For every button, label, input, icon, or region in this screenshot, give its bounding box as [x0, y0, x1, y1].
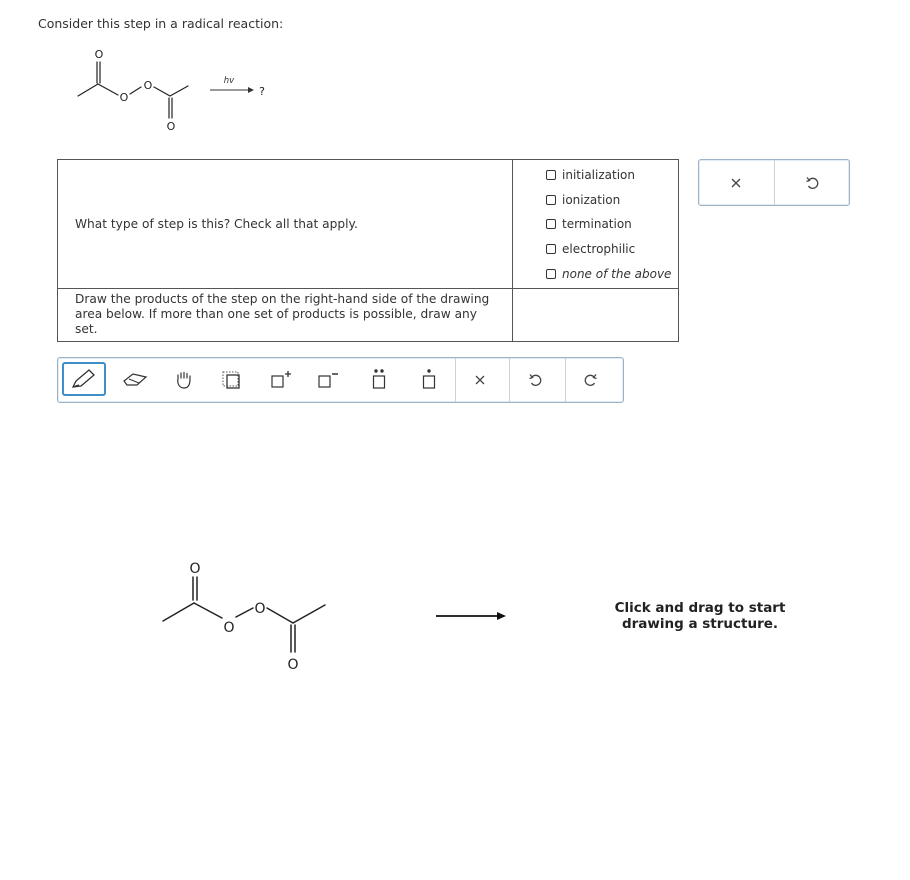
atom-label: O [287, 657, 298, 673]
redo-drawing-button[interactable] [575, 364, 607, 396]
selection-tool[interactable] [216, 364, 248, 396]
reaction-scheme: O O O O hv ? [77, 48, 265, 133]
option-label: ionization [562, 192, 621, 207]
question1-prompt: What type of step is this? Check all tha… [57, 159, 513, 289]
hand-icon [177, 371, 191, 389]
hand-tool[interactable] [168, 364, 200, 396]
option-termination[interactable]: termination [546, 212, 678, 237]
drawing-reactant-structure: O O O O [162, 561, 326, 673]
drawing-toolbar [57, 357, 624, 403]
atom-label: O [144, 79, 153, 92]
option-electrophilic[interactable]: electrophilic [546, 237, 678, 262]
undo-icon [806, 176, 819, 189]
question2-answer-cell [512, 287, 679, 342]
option-label: none of the above [562, 266, 672, 281]
selection-box-icon [222, 371, 240, 389]
option-label: termination [562, 217, 632, 232]
option-initialization[interactable]: initialization [546, 163, 678, 188]
option-none-of-the-above[interactable]: none of the above [546, 261, 678, 286]
checkbox[interactable] [546, 219, 556, 230]
negative-charge-tool[interactable] [312, 364, 344, 396]
undo-drawing-button[interactable] [519, 364, 551, 396]
atom-label: O [167, 120, 176, 133]
pencil-icon [71, 369, 95, 388]
atom-label: O [95, 48, 104, 61]
clear-answer-button[interactable] [699, 160, 774, 205]
drawing-hint-line: drawing a structure. [621, 616, 779, 632]
radical-icon [422, 369, 436, 389]
pencil-tool[interactable] [62, 362, 106, 396]
negative-charge-icon [318, 373, 338, 388]
drawing-reaction-arrow [436, 612, 506, 620]
atom-label: O [189, 561, 200, 577]
checkbox[interactable] [546, 194, 556, 205]
eraser-icon [123, 373, 148, 386]
drawing-hint-line: Click and drag to start [614, 600, 786, 616]
clear-drawing-button[interactable] [464, 364, 496, 396]
x-icon [731, 178, 741, 187]
checkbox[interactable] [546, 170, 556, 181]
question-table: What type of step is this? Check all tha… [57, 159, 679, 342]
step-type-options: initialization ionization termination el… [512, 159, 679, 289]
undo-icon [529, 374, 542, 386]
option-ionization[interactable]: ionization [546, 188, 678, 213]
intro-text: Consider this step in a radical reaction… [38, 16, 284, 31]
product-placeholder: ? [259, 85, 265, 98]
lone-pair-icon [372, 369, 386, 389]
undo-answer-button[interactable] [773, 160, 850, 205]
positive-charge-tool[interactable] [265, 364, 297, 396]
reaction-condition: hv [224, 76, 235, 86]
lone-pair-tool[interactable] [363, 364, 395, 396]
redo-icon [584, 374, 597, 386]
eraser-tool[interactable] [119, 364, 151, 396]
radical-tool[interactable] [413, 364, 445, 396]
reaction-arrowhead [248, 87, 254, 93]
checkbox[interactable] [546, 268, 556, 279]
question2-prompt: Draw the products of the step on the rig… [57, 287, 513, 342]
answer-controls [698, 159, 850, 206]
option-label: initialization [562, 168, 635, 183]
drawing-hint: Click and drag to start drawing a struct… [600, 600, 800, 632]
checkbox[interactable] [546, 244, 556, 255]
atom-label: O [120, 91, 129, 104]
x-icon [475, 375, 485, 385]
option-label: electrophilic [562, 242, 636, 257]
atom-label: O [254, 601, 265, 617]
positive-charge-icon [271, 371, 291, 388]
atom-label: O [223, 620, 234, 636]
